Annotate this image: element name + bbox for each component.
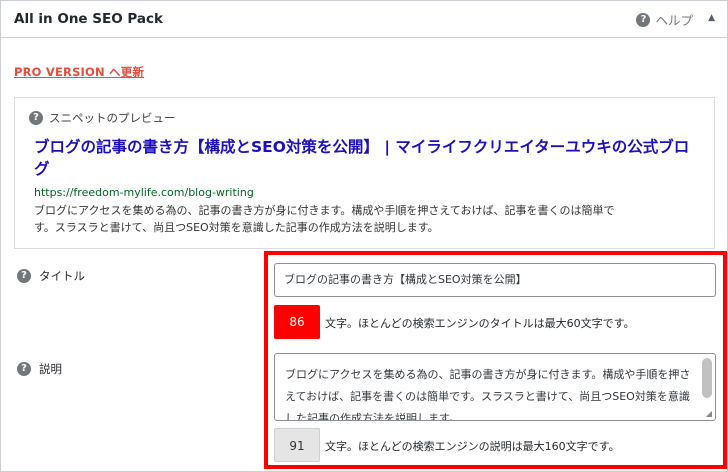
title-label-text: タイトル <box>39 269 85 283</box>
question-circle-icon[interactable]: ? <box>17 269 31 283</box>
question-circle-icon[interactable]: ? <box>17 362 31 376</box>
snippet-preview-label: ? スニペットのプレビュー <box>29 110 176 126</box>
description-count-text: 文字。ほとんどの検索エンジンの説明は最大160文字です。 <box>325 440 620 453</box>
snippet-preview-label-text: スニペットのプレビュー <box>49 111 176 125</box>
title-count-text: 文字。ほとんどの検索エンジンのタイトルは最大60文字です。 <box>325 317 635 330</box>
textarea-scrollbar[interactable] <box>702 358 712 398</box>
pro-version-link[interactable]: PRO VERSION へ更新 <box>14 64 144 80</box>
description-text: ブログにアクセスを集める為の、記事の書き方が身に付きます。構成や手順を押さえてお… <box>285 368 691 421</box>
description-textarea[interactable]: ブログにアクセスを集める為の、記事の書き方が身に付きます。構成や手順を押さえてお… <box>274 353 716 421</box>
seo-pack-panel: All in One SEO Pack ? ヘルプ ▲ PRO VERSION … <box>0 0 728 472</box>
title-field-label: ? タイトル <box>17 268 85 284</box>
question-circle-icon: ? <box>636 12 651 27</box>
panel-header: All in One SEO Pack ? ヘルプ ▲ <box>1 1 727 38</box>
snippet-url: https://freedom-mylife.com/blog-writing <box>34 186 254 199</box>
description-char-count: 91 <box>274 428 320 462</box>
panel-title: All in One SEO Pack <box>14 11 164 27</box>
snippet-preview: ? スニペットのプレビュー ブログの記事の書き方【構成とSEO対策を公開】 | … <box>14 97 715 249</box>
help-toggle[interactable]: ? ヘルプ <box>636 10 693 29</box>
title-input[interactable]: ブログの記事の書き方【構成とSEO対策を公開】 <box>274 263 716 297</box>
resize-grip-icon[interactable]: ◢ <box>706 409 712 418</box>
snippet-title: ブログの記事の書き方【構成とSEO対策を公開】 | マイライフクリエイターユウキ… <box>34 138 690 178</box>
snippet-description: ブログにアクセスを集める為の、記事の書き方が身に付きます。構成や手順を押さえてお… <box>34 204 615 234</box>
title-char-count: 86 <box>274 305 320 339</box>
help-label: ヘルプ <box>655 13 693 28</box>
description-field-label: ? 説明 <box>17 361 62 377</box>
question-circle-icon[interactable]: ? <box>29 111 43 125</box>
collapse-arrow-icon[interactable]: ▲ <box>708 13 715 23</box>
description-label-text: 説明 <box>39 362 62 376</box>
